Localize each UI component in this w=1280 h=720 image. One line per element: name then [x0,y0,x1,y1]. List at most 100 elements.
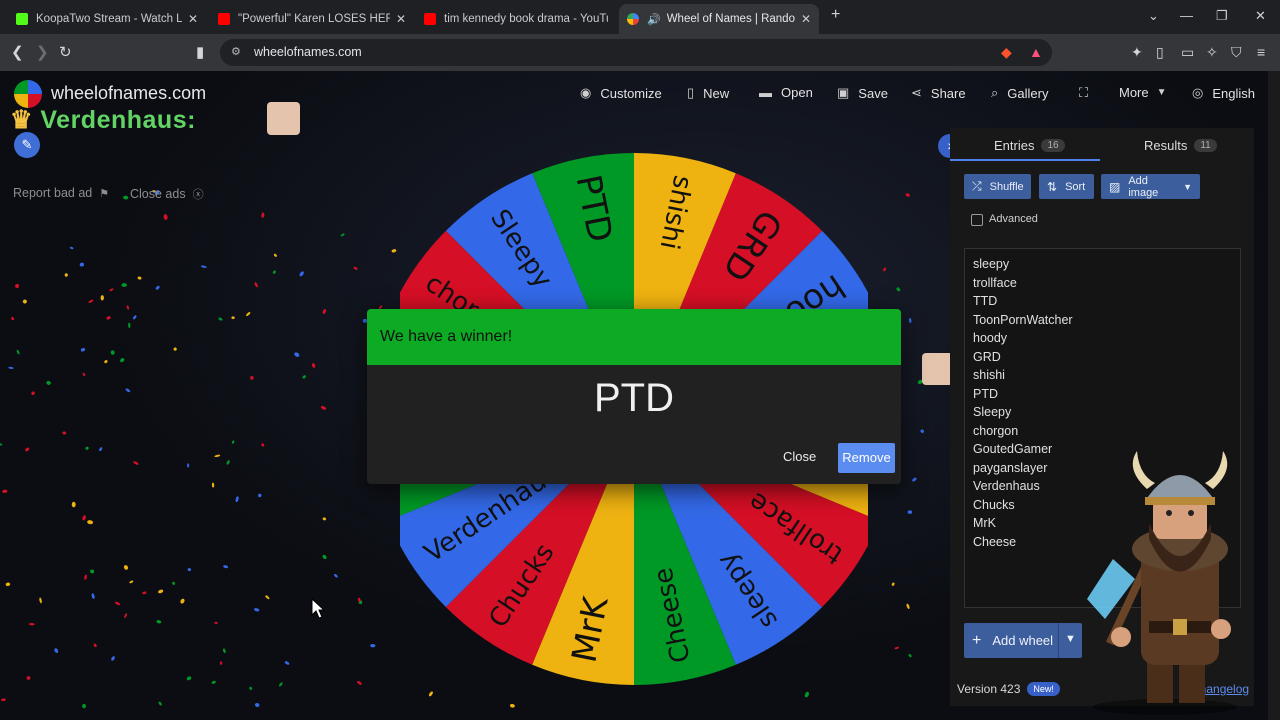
sort-button[interactable]: ⇅ Sort [1039,174,1094,199]
report-bad-ad-link[interactable]: Report bad ad ⚑ [13,186,109,200]
confetti-piece [254,608,260,612]
confetti-piece [84,574,87,580]
site-name[interactable]: wheelofnames.com [51,83,206,104]
language-button[interactable]: ◎ English [1192,85,1255,101]
confetti-piece [46,380,51,385]
browser-menu-icon[interactable]: ≡ [1257,44,1265,60]
confetti-piece [273,253,277,257]
advanced-checkbox[interactable] [971,214,983,226]
wallet-icon[interactable]: ▭ [1181,44,1194,61]
site-info-icon[interactable]: ⚙ [231,45,241,58]
close-tab-icon[interactable]: ✕ [188,12,198,26]
confetti-piece [173,347,177,351]
confetti-piece [804,691,809,698]
tab-search-chevron-icon[interactable]: ⌄ [1148,8,1159,24]
confetti-piece [15,283,20,288]
confetti-piece [163,214,168,220]
entry-item[interactable]: GRD [973,350,1001,364]
close-tab-icon[interactable]: ✕ [801,12,811,26]
customize-button[interactable]: ◉ Customize [580,85,662,101]
close-tab-icon[interactable]: ✕ [396,12,406,26]
tab-results[interactable]: Results 11 [1144,138,1217,153]
winner-dialog-title: We have a winner! [380,328,513,345]
browser-tab-kick[interactable]: KoopaTwo Stream - Watch Live on ✕ [8,4,206,34]
entry-item[interactable]: GoutedGamer [973,442,1052,456]
entry-item[interactable]: chorgon [973,424,1018,438]
close-ads-label: Close ads [130,187,186,201]
entry-item[interactable]: ToonPornWatcher [973,313,1073,327]
winner-dialog: We have a winner! PTD Close Remove [367,309,901,484]
entry-item[interactable]: MrK [973,516,996,530]
close-button[interactable]: Close [783,449,816,464]
confetti-piece [214,621,218,624]
tab-entries[interactable]: Entries 16 [994,138,1065,153]
entry-item[interactable]: Verdenhaus [973,479,1040,493]
entry-item[interactable]: PTD [973,387,998,401]
extensions-icon[interactable]: ✦ [1131,44,1143,61]
confetti-piece [111,656,115,661]
brave-rewards-icon[interactable]: ▲ [1029,44,1043,60]
fullscreen-button[interactable]: ⛶ [1079,85,1097,101]
address-bar[interactable]: ⚙ wheelofnames.com [220,39,1052,66]
entry-item[interactable]: trollface [973,276,1017,290]
save-button[interactable]: ▣ Save [837,85,888,101]
confetti-piece [891,582,895,586]
speaker-icon[interactable]: 🔊 [647,13,661,26]
minimize-icon[interactable]: — [1180,8,1193,23]
confetti-piece [246,312,251,317]
entries-tab-label: Entries [994,138,1035,153]
globe-icon: ◎ [1192,85,1204,100]
maximize-icon[interactable]: ❐ [1216,8,1228,24]
bookmark-icon[interactable]: ▮ [196,43,204,61]
gallery-button[interactable]: ⌕ Gallery [991,85,1048,101]
entry-item[interactable]: Cheese [973,535,1016,549]
close-window-icon[interactable]: ✕ [1255,8,1266,24]
entry-item[interactable]: TTD [973,294,997,308]
confetti-piece [87,520,94,525]
brave-shields-icon[interactable]: ◆ [1001,44,1012,61]
share-button[interactable]: ⋖ Share [911,85,966,101]
entry-item[interactable]: sleepy [973,257,1009,271]
edit-pencil-button[interactable]: ✎ [14,132,40,158]
confetti-piece [28,622,35,626]
open-label: Open [781,85,813,100]
new-tab-button[interactable]: + [831,6,840,24]
wheel-logo-icon[interactable] [14,80,42,108]
back-icon[interactable]: ❮ [11,43,24,61]
confetti-piece [142,591,147,595]
share-label: Share [930,85,966,101]
entry-item[interactable]: Chucks [973,498,1015,512]
confetti-piece [155,285,160,290]
browser-tab-youtube-kennedy[interactable]: tim kennedy book drama - YouTube [416,4,616,34]
remove-button[interactable]: Remove [838,443,895,473]
page-content: wheelofnames.com ◉ Customize ▯ New ▬ Open ▣… [0,71,1280,720]
sidebar-toggle-icon[interactable]: ▯ [1156,44,1164,61]
tab-title: tim kennedy book drama - YouTube [444,13,608,25]
add-image-button[interactable]: ▨ Add image ▼ [1101,174,1200,199]
vpn-shield-icon[interactable]: ⛉ [1231,44,1242,61]
entry-item[interactable]: hoody [973,331,1007,345]
confetti-piece [132,315,137,320]
open-button[interactable]: ▬ Open [759,85,813,100]
reload-icon[interactable]: ↻ [59,43,72,61]
entry-item[interactable]: Sleepy [973,405,1011,419]
shuffle-button[interactable]: ⤮ Shuffle [964,174,1031,199]
more-menu-button[interactable]: More ▼ [1119,85,1167,100]
page-scrollbar[interactable] [1268,71,1280,720]
entry-item[interactable]: payganslayer [973,461,1047,475]
entry-item[interactable]: shishi [973,368,1005,382]
browser-tab-wheel-of-names[interactable]: 🔊 Wheel of Names | Random na ✕ [619,4,819,34]
confetti-piece [104,360,108,364]
confetti-piece [120,358,125,363]
gallery-label: Gallery [1007,85,1049,101]
confetti-piece [211,680,216,684]
confetti-piece [54,648,59,653]
confetti-piece [123,565,129,570]
browser-tab-youtube-karen[interactable]: "Powerful" Karen LOSES HER MIND W ✕ [210,4,414,34]
new-button[interactable]: ▯ New [687,85,729,101]
confetti-piece [322,554,327,560]
confetti-piece [258,493,262,498]
forward-icon[interactable]: ❯ [36,43,49,61]
leo-ai-icon[interactable]: ✧ [1206,44,1218,61]
close-ads-link[interactable]: Close ads ⓧ [130,186,204,202]
